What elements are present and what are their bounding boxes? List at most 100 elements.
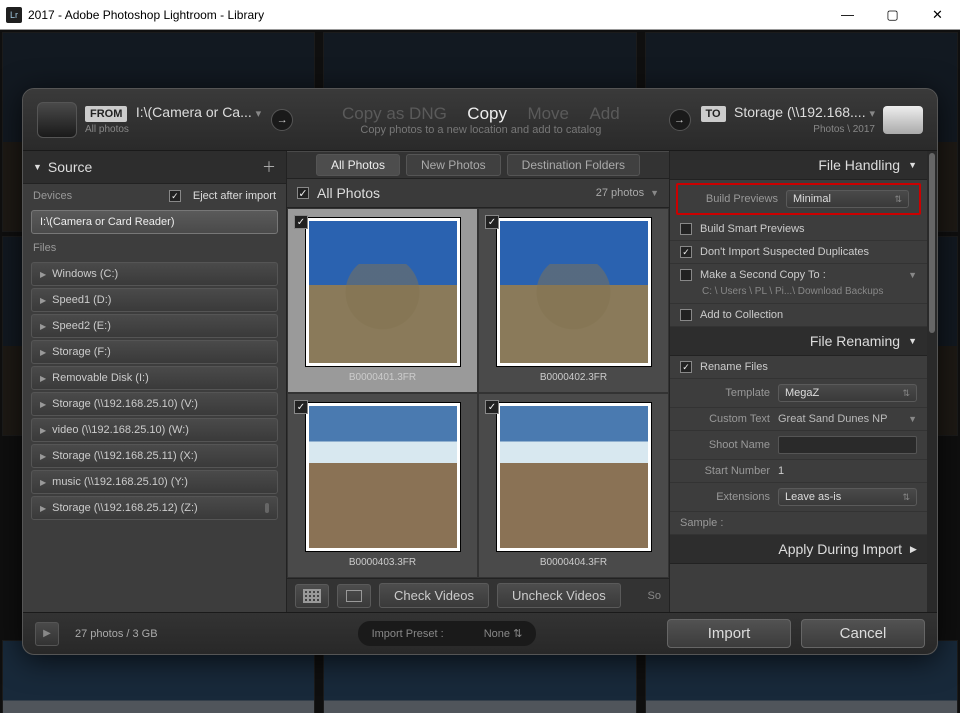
- import-info: 27 photos / 3 GB: [75, 628, 158, 640]
- thumb-filename: B0000402.3FR: [540, 372, 607, 383]
- build-previews-select[interactable]: Minimal⇅: [786, 190, 909, 208]
- window-titlebar: Lr 2017 - Adobe Photoshop Lightroom - Li…: [0, 0, 960, 30]
- add-source-icon[interactable]: ＋: [262, 157, 276, 177]
- checkbox-icon[interactable]: [680, 223, 692, 235]
- second-copy-path: C: \ Users \ PL \ Pi...\ Download Backup…: [670, 286, 927, 304]
- thumbnail[interactable]: ✓ B0000401.3FR: [287, 208, 478, 393]
- thumb-checkbox[interactable]: ✓: [485, 400, 499, 414]
- source-drive-icon: [37, 102, 77, 138]
- grid-panel: All Photos New Photos Destination Folder…: [287, 151, 669, 612]
- template-row: Template MegaZ⇅: [670, 379, 927, 408]
- thumb-filename: B0000403.3FR: [349, 557, 416, 568]
- rename-files-row[interactable]: ✓ Rename Files: [670, 356, 927, 379]
- volume-item[interactable]: ▶Storage (\\192.168.25.12) (Z:): [31, 496, 278, 520]
- triangle-down-icon: ▼: [33, 162, 42, 172]
- add-collection-row[interactable]: Add to Collection: [670, 304, 927, 327]
- volume-item[interactable]: ▶Storage (\\192.168.25.10) (V:): [31, 392, 278, 416]
- collapse-grid-icon[interactable]: ▼: [650, 188, 659, 198]
- window-title: 2017 - Adobe Photoshop Lightroom - Libra…: [28, 8, 264, 22]
- right-scrollbar[interactable]: [927, 151, 937, 612]
- triangle-down-icon: ▼: [908, 336, 917, 346]
- import-button[interactable]: Import: [667, 619, 791, 648]
- volume-item[interactable]: ▶Storage (\\192.168.25.11) (X:): [31, 444, 278, 468]
- second-copy-row[interactable]: Make a Second Copy To : ▼: [670, 264, 927, 286]
- volume-item[interactable]: ▶Speed1 (D:): [31, 288, 278, 312]
- thumbnail[interactable]: ✓ B0000403.3FR: [287, 393, 478, 578]
- maximize-button[interactable]: ▢: [870, 0, 915, 29]
- import-preset[interactable]: Import Preset : None ⇅: [358, 621, 537, 646]
- start-number-row: Start Number 1: [670, 460, 927, 483]
- sort-label: So: [648, 590, 661, 602]
- triangle-down-icon: ▼: [908, 160, 917, 170]
- source-panel-header[interactable]: ▼ Source ＋: [23, 151, 286, 184]
- action-add[interactable]: Add: [589, 104, 619, 123]
- select-all-checkbox[interactable]: ✓: [297, 187, 309, 199]
- action-move[interactable]: Move: [527, 104, 569, 123]
- smart-previews-row[interactable]: Build Smart Previews: [670, 218, 927, 241]
- extensions-row: Extensions Leave as-is⇅: [670, 483, 927, 512]
- cancel-button[interactable]: Cancel: [801, 619, 925, 648]
- tab-destination[interactable]: Destination Folders: [507, 154, 640, 176]
- grid-header: ✓ All Photos 27 photos ▼: [287, 179, 669, 208]
- close-button[interactable]: ✕: [915, 0, 960, 29]
- eject-checkbox[interactable]: ✓Eject after import: [169, 190, 276, 202]
- thumbnail[interactable]: ✓ B0000402.3FR: [478, 208, 669, 393]
- uncheck-videos-button[interactable]: Uncheck Videos: [497, 583, 621, 608]
- import-dialog: FROM I:\(Camera or Ca... ▾ All photos → …: [22, 88, 938, 655]
- thumb-checkbox[interactable]: ✓: [294, 400, 308, 414]
- template-select[interactable]: MegaZ⇅: [778, 384, 917, 402]
- custom-text-row: Custom Text Great Sand Dunes NP ▼: [670, 408, 927, 431]
- thumb-image: [309, 221, 457, 363]
- loupe-view-button[interactable]: [337, 584, 371, 608]
- source-panel: ▼ Source ＋ Devices ✓Eject after import I…: [23, 151, 287, 612]
- import-header: FROM I:\(Camera or Ca... ▾ All photos → …: [23, 89, 937, 151]
- thumb-filename: B0000404.3FR: [540, 557, 607, 568]
- volume-item[interactable]: ▶video (\\192.168.25.10) (W:): [31, 418, 278, 442]
- duplicates-row[interactable]: ✓ Don't Import Suspected Duplicates: [670, 241, 927, 264]
- checkbox-icon[interactable]: ✓: [680, 361, 692, 373]
- to-arrow-icon[interactable]: →: [669, 109, 691, 131]
- thumb-image: [309, 406, 457, 548]
- tab-new-photos[interactable]: New Photos: [406, 154, 501, 176]
- from-arrow-icon[interactable]: →: [271, 109, 293, 131]
- volume-item[interactable]: ▶Storage (F:): [31, 340, 278, 364]
- shoot-name-input[interactable]: [778, 436, 917, 454]
- checkbox-icon[interactable]: ✓: [680, 246, 692, 258]
- volume-item[interactable]: ▶music (\\192.168.25.10) (Y:): [31, 470, 278, 494]
- grid-tabs: All Photos New Photos Destination Folder…: [287, 151, 669, 179]
- apply-during-import-header[interactable]: Apply During Import◀: [670, 535, 927, 564]
- thumbnail[interactable]: ✓ B0000404.3FR: [478, 393, 669, 578]
- chevron-down-icon[interactable]: ▼: [908, 270, 917, 280]
- check-videos-button[interactable]: Check Videos: [379, 583, 489, 608]
- checkbox-icon[interactable]: [680, 269, 692, 281]
- volume-item[interactable]: ▶Windows (C:): [31, 262, 278, 286]
- thumb-checkbox[interactable]: ✓: [485, 215, 499, 229]
- to-path[interactable]: Storage (\\192.168....: [734, 104, 869, 120]
- to-subpath: Photos \ 2017: [813, 124, 875, 135]
- app-logo-icon: Lr: [6, 7, 22, 23]
- action-hint: Copy photos to a new location and add to…: [303, 124, 658, 136]
- checkbox-icon[interactable]: [680, 309, 692, 321]
- volume-item[interactable]: ▶Removable Disk (I:): [31, 366, 278, 390]
- file-renaming-header[interactable]: File Renaming▼: [670, 327, 927, 356]
- volume-item[interactable]: ▶Speed2 (E:): [31, 314, 278, 338]
- to-badge: TO: [701, 106, 726, 122]
- from-path[interactable]: I:\(Camera or Ca...: [136, 104, 256, 120]
- grid-view-button[interactable]: [295, 584, 329, 608]
- grid-title: All Photos: [317, 185, 380, 201]
- extensions-select[interactable]: Leave as-is⇅: [778, 488, 917, 506]
- right-panel: File Handling▼ Build Previews Minimal⇅ B…: [669, 151, 927, 612]
- minimize-button[interactable]: —: [825, 0, 870, 29]
- tab-all-photos[interactable]: All Photos: [316, 154, 400, 176]
- photo-count: 27 photos: [596, 187, 644, 199]
- action-copy[interactable]: Copy: [467, 104, 507, 123]
- custom-text-value[interactable]: Great Sand Dunes NP: [778, 413, 904, 425]
- thumb-checkbox[interactable]: ✓: [294, 215, 308, 229]
- action-copy-dng[interactable]: Copy as DNG: [342, 104, 447, 123]
- devices-section: Devices ✓Eject after import: [23, 184, 286, 208]
- from-subpath: All photos: [85, 124, 261, 135]
- build-previews-label: Build Previews: [688, 193, 778, 205]
- device-item[interactable]: I:\(Camera or Card Reader): [31, 210, 278, 234]
- file-handling-header[interactable]: File Handling▼: [670, 151, 927, 180]
- expand-filmstrip-button[interactable]: ▶: [35, 622, 59, 646]
